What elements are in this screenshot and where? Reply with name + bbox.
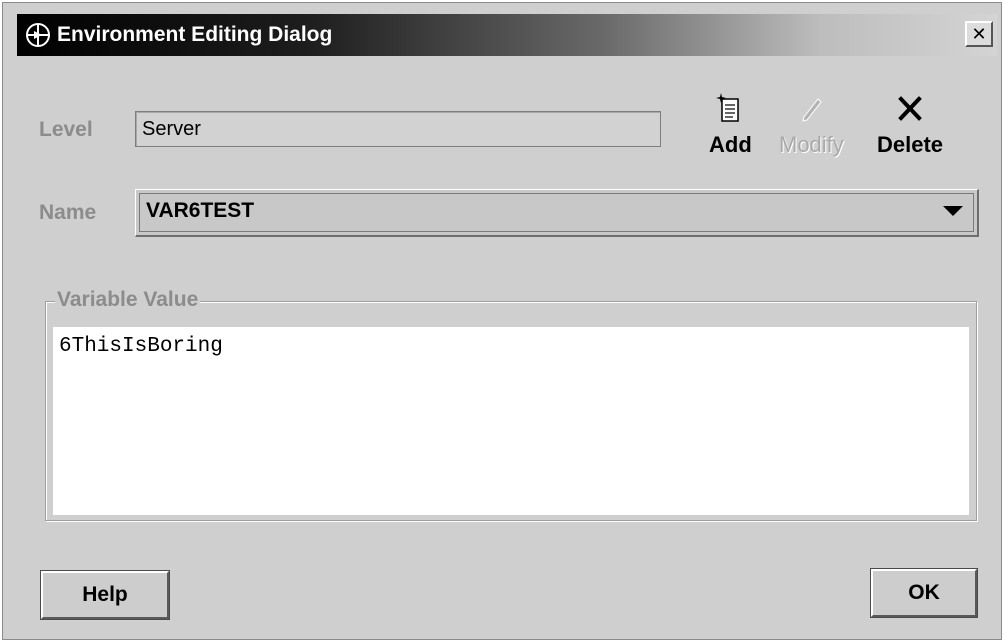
name-dropdown-value: VAR6TEST: [146, 199, 255, 222]
ok-button[interactable]: OK: [870, 568, 978, 618]
level-field: Server: [135, 111, 661, 147]
close-button[interactable]: ✕: [965, 21, 993, 47]
new-document-icon: [716, 93, 740, 122]
add-button-label: Add: [709, 132, 752, 157]
add-button[interactable]: Add: [709, 91, 752, 167]
variable-value-legend: Variable Value: [55, 288, 201, 312]
environment-editing-dialog: Environment Editing Dialog ✕ Level Serve…: [2, 2, 1002, 640]
dropdown-arrow-icon: [943, 206, 963, 216]
delete-button-label: Delete: [877, 132, 944, 157]
close-icon: ✕: [971, 23, 987, 44]
modify-button[interactable]: Modify: [779, 91, 844, 167]
name-dropdown[interactable]: VAR6TEST: [135, 189, 979, 237]
help-button[interactable]: Help: [40, 570, 170, 620]
variable-value-textarea[interactable]: 6ThisIsBoring: [53, 327, 969, 515]
name-label: Name: [39, 201, 97, 224]
level-label: Level: [39, 118, 93, 141]
name-dropdown-inner: [139, 193, 974, 232]
window-title: Environment Editing Dialog: [57, 23, 333, 46]
delete-button[interactable]: Delete: [877, 91, 943, 167]
app-globe-icon: [26, 23, 50, 47]
title-bar[interactable]: Environment Editing Dialog ✕: [17, 14, 997, 56]
x-delete-icon: [898, 96, 922, 121]
pencil-icon: [802, 98, 823, 122]
modify-button-label: Modify: [779, 132, 844, 157]
